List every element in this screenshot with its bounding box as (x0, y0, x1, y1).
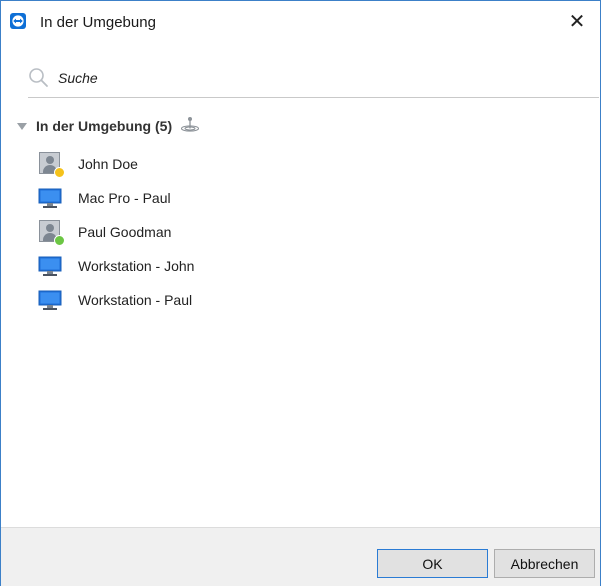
close-icon[interactable]: ✕ (554, 1, 600, 41)
list-item[interactable]: John Doe (38, 147, 578, 181)
teamviewer-icon (10, 13, 26, 29)
ok-button[interactable]: OK (377, 549, 488, 578)
contact-icon (38, 152, 65, 178)
radar-icon (180, 116, 200, 137)
contact-icon (38, 220, 65, 246)
collapse-triangle-icon[interactable] (17, 123, 27, 130)
list-item[interactable]: Paul Goodman (38, 215, 578, 249)
window-title: In der Umgebung (40, 14, 156, 31)
dialog-window: In der Umgebung ✕ In der Umgebung (5) (0, 0, 601, 586)
status-online-icon (54, 235, 65, 246)
search-bar (28, 61, 599, 98)
cancel-button[interactable]: Abbrechen (494, 549, 595, 578)
group-label: In der Umgebung (5) (36, 118, 173, 134)
computer-icon (38, 254, 62, 278)
list-item-label: Paul Goodman (78, 224, 172, 240)
list-item-label: John Doe (78, 156, 138, 172)
device-list: John Doe Mac Pro - Paul Paul Goodman Wor… (38, 147, 578, 317)
list-item-label: Mac Pro - Paul (78, 190, 171, 206)
computer-icon (38, 288, 62, 312)
list-item[interactable]: Mac Pro - Paul (38, 181, 578, 215)
list-item-label: Workstation - Paul (78, 292, 193, 308)
list-item[interactable]: Workstation - John (38, 249, 578, 283)
title-bar: In der Umgebung ✕ (1, 1, 600, 41)
button-bar: OK Abbrechen (1, 527, 600, 586)
status-away-icon (54, 167, 65, 178)
group-header[interactable]: In der Umgebung (5) (17, 115, 200, 137)
search-icon (28, 67, 50, 94)
search-input[interactable] (58, 68, 578, 88)
computer-icon (38, 186, 62, 210)
list-item-label: Workstation - John (78, 258, 195, 274)
list-item[interactable]: Workstation - Paul (38, 283, 578, 317)
